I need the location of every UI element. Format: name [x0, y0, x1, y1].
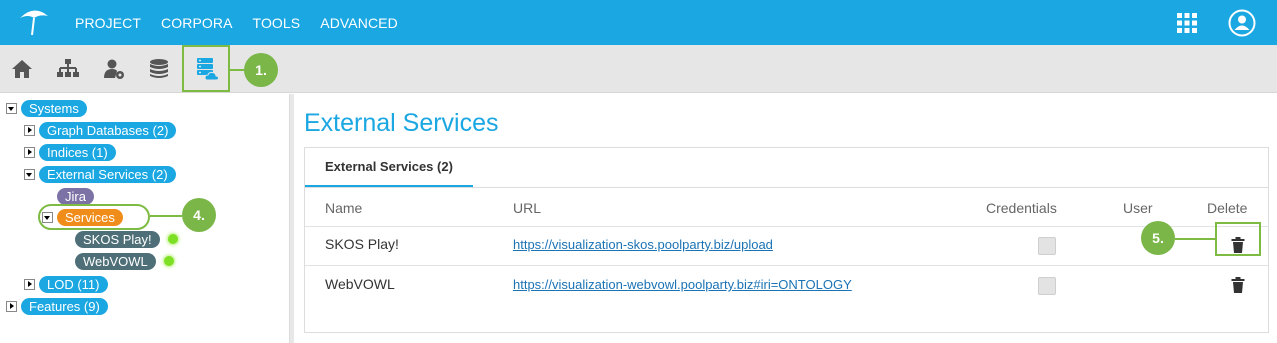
- tree-node-systems[interactable]: Systems: [21, 100, 87, 117]
- credentials-checkbox[interactable]: [1038, 277, 1056, 295]
- tree-node-lod[interactable]: LOD (11): [39, 276, 108, 293]
- row-url-link[interactable]: https://visualization-skos.poolparty.biz…: [513, 237, 773, 252]
- column-header-credentials: Credentials: [986, 200, 1057, 216]
- credentials-checkbox[interactable]: [1038, 237, 1056, 255]
- hierarchy-icon[interactable]: [56, 57, 80, 81]
- tree-node-jira[interactable]: Jira: [57, 188, 94, 205]
- nav-corpora[interactable]: CORPORA: [161, 15, 233, 31]
- tree-node-features[interactable]: Features (9): [21, 298, 108, 315]
- nav-tools[interactable]: TOOLS: [253, 15, 301, 31]
- toolbar: 1.: [0, 45, 1277, 93]
- system-tree: Systems Graph Databases (2) Indices (1) …: [0, 94, 289, 343]
- umbrella-icon[interactable]: [18, 8, 50, 38]
- tree-node-skos-play[interactable]: SKOS Play!: [75, 231, 160, 248]
- toggle-lod[interactable]: [24, 279, 35, 290]
- row-divider: [305, 226, 1268, 227]
- column-header-name: Name: [325, 200, 363, 216]
- row-divider: [305, 265, 1268, 266]
- callout-5: 5.: [1141, 221, 1175, 255]
- tree-node-services[interactable]: Services: [57, 209, 123, 226]
- top-bar: PROJECT CORPORA TOOLS ADVANCED: [0, 0, 1277, 45]
- toggle-external-services[interactable]: [24, 169, 35, 180]
- callout-5-connector: [1175, 238, 1215, 240]
- toggle-services[interactable]: [42, 212, 53, 223]
- toggle-systems[interactable]: [6, 103, 17, 114]
- external-services-tool[interactable]: [182, 45, 230, 92]
- toggle-graph-databases[interactable]: [24, 125, 35, 136]
- page-title: External Services: [304, 109, 499, 137]
- main-content: External Services External Services (2) …: [294, 94, 1277, 343]
- database-icon[interactable]: [147, 57, 171, 81]
- toggle-indices[interactable]: [24, 147, 35, 158]
- row-name: SKOS Play!: [325, 236, 399, 252]
- row-name: WebVOWL: [325, 276, 395, 292]
- external-services-icon: [197, 58, 220, 81]
- nav-project[interactable]: PROJECT: [75, 15, 141, 31]
- callout-1-connector: [230, 69, 244, 71]
- home-icon[interactable]: [10, 57, 34, 81]
- toggle-features[interactable]: [6, 301, 17, 312]
- column-header-user: User: [1123, 200, 1153, 216]
- callout-1: 1.: [244, 53, 278, 87]
- apps-grid-icon[interactable]: [1177, 13, 1197, 33]
- callout-4: 4.: [182, 198, 216, 232]
- status-online-indicator: [164, 256, 174, 266]
- column-header-delete: Delete: [1207, 200, 1248, 216]
- row-url-link[interactable]: https://visualization-webvowl.poolparty.…: [513, 277, 852, 292]
- tab-divider: [305, 187, 1268, 188]
- tree-node-webvowl[interactable]: WebVOWL: [75, 253, 156, 270]
- tab-external-services[interactable]: External Services (2): [305, 148, 473, 187]
- user-account-icon[interactable]: [1228, 9, 1256, 37]
- main-nav: PROJECT CORPORA TOOLS ADVANCED: [75, 0, 418, 45]
- services-panel: External Services (2) Name URL Credentia…: [304, 147, 1269, 333]
- nav-advanced[interactable]: ADVANCED: [320, 15, 398, 31]
- column-header-url: URL: [513, 200, 542, 216]
- tree-node-graph-databases[interactable]: Graph Databases (2): [39, 122, 177, 139]
- tree-node-indices[interactable]: Indices (1): [39, 144, 116, 161]
- tree-node-external-services[interactable]: External Services (2): [39, 166, 176, 183]
- status-online-indicator: [168, 234, 178, 244]
- callout-4-connector: [150, 215, 182, 217]
- trash-icon[interactable]: [1231, 277, 1245, 293]
- user-settings-icon[interactable]: [102, 57, 126, 81]
- trash-icon[interactable]: [1231, 237, 1245, 253]
